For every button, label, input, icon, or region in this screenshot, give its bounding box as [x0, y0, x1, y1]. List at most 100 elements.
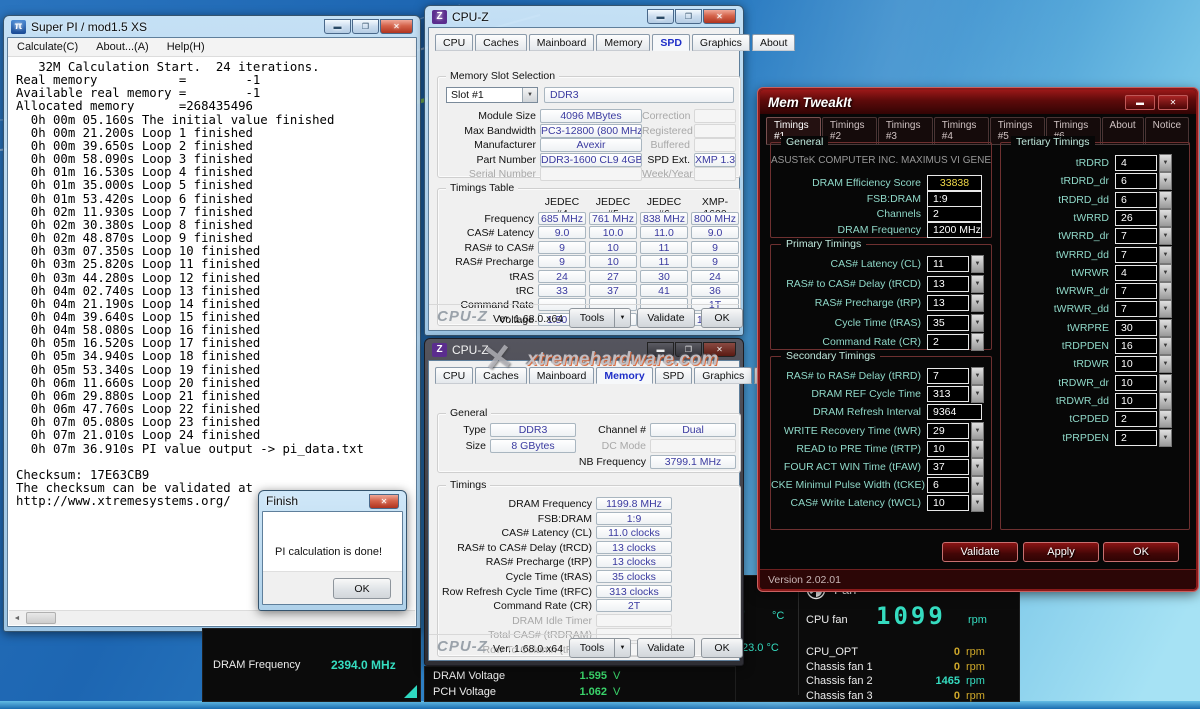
cpuz-app-icon: Z [432, 343, 447, 357]
label-correction: Correction [642, 110, 690, 122]
cpuz-mem-tab-memory[interactable]: Memory [596, 367, 652, 384]
cpuz-spd-tab-memory[interactable]: Memory [596, 34, 650, 51]
restore-button[interactable]: ❐ [675, 342, 702, 357]
slot-selector[interactable]: Slot #1 ▼ [446, 87, 538, 103]
cpuz-spd-titlebar[interactable]: Z CPU-Z ▬ ❐ ✕ [428, 6, 740, 27]
dropdown-icon-tprpden[interactable]: ▼ [1159, 429, 1172, 447]
dropdown-icon-ras-to-ras-delay-trrd[interactable]: ▼ [971, 367, 984, 385]
dropdown-icon-tcpded[interactable]: ▼ [1159, 410, 1172, 428]
memtweakit-tab-timings-4[interactable]: Timings #4 [934, 117, 989, 144]
minimize-button[interactable]: ▬ [1125, 95, 1155, 110]
cpuz-mem-tab-mainboard[interactable]: Mainboard [529, 367, 595, 384]
dropdown-icon-cas-latency-cl[interactable]: ▼ [971, 255, 984, 273]
dropdown-icon-twrwr-dr[interactable]: ▼ [1159, 282, 1172, 300]
cpuz-mem-tab-spd[interactable]: SPD [655, 367, 693, 384]
cell-trc-jedec-6: 41 [640, 284, 688, 297]
horizontal-scrollbar[interactable]: ◄ [9, 610, 415, 625]
memtweakit-tab-notice[interactable]: Notice [1145, 117, 1189, 144]
cpuz-spd-tab-graphics[interactable]: Graphics [692, 34, 750, 51]
chevron-down-icon[interactable]: ▼ [522, 88, 537, 102]
cpuz-memory-window: Z CPU-Z ▬ ❐ ✕ ✕ xtremehardware.com CPUCa… [424, 338, 744, 666]
ok-button[interactable]: OK [701, 638, 743, 658]
ok-button[interactable]: OK [1103, 542, 1179, 562]
minimize-button[interactable]: ▬ [647, 9, 674, 24]
cpuz-spd-tab-about[interactable]: About [752, 34, 795, 51]
minimize-button[interactable]: ▬ [324, 19, 351, 34]
dropdown-icon-twrrd-dd[interactable]: ▼ [1159, 246, 1172, 264]
memtweakit-tab-about[interactable]: About [1102, 117, 1144, 144]
dropdown-icon-ras-to-cas-delay-trcd[interactable]: ▼ [971, 275, 984, 293]
chassis-fan-2-label: Chassis fan 2 [806, 675, 873, 687]
dropdown-icon-trdrd-dd[interactable]: ▼ [1159, 191, 1172, 209]
field-correction [694, 109, 736, 123]
close-button[interactable]: ✕ [703, 342, 736, 357]
chassis-fan-3-unit: rpm [966, 690, 985, 702]
field-registered [694, 124, 736, 138]
dropdown-icon-twrrd-dr[interactable]: ▼ [1159, 227, 1172, 245]
dropdown-icon-twrpre[interactable]: ▼ [1159, 319, 1172, 337]
dropdown-icon-read-to-pre-time-trtp[interactable]: ▼ [971, 440, 984, 458]
cpu-fan-value: 1099 [876, 602, 946, 630]
cpuz-memory-titlebar[interactable]: Z CPU-Z ▬ ❐ ✕ [428, 339, 740, 360]
superpi-log: 32M Calculation Start. 24 iterations. Re… [8, 57, 416, 508]
label-ras-precharge-trp: RAS# Precharge (tRP) [438, 556, 592, 568]
validate-button[interactable]: Validate [637, 638, 695, 658]
memtweakit-titlebar[interactable]: Mem TweakIt ▬ ✕ [760, 90, 1196, 114]
dropdown-icon-four-act-win-time-tfaw[interactable]: ▼ [971, 458, 984, 476]
validate-button[interactable]: Validate [942, 542, 1018, 562]
dropdown-icon-cas-write-latency-twcl[interactable]: ▼ [971, 494, 984, 512]
dropdown-icon-write-recovery-time-twr[interactable]: ▼ [971, 422, 984, 440]
minimize-button[interactable]: ▬ [647, 342, 674, 357]
cpuz-mem-tab-caches[interactable]: Caches [475, 367, 527, 384]
dram-voltage-unit: V [613, 670, 620, 682]
cpuz-spd-tab-cpu[interactable]: CPU [435, 34, 473, 51]
cpuz-mem-tab-cpu[interactable]: CPU [435, 367, 473, 384]
memtweakit-title: Mem TweakIt [768, 95, 852, 110]
dropdown-icon-trdwr-dr[interactable]: ▼ [1159, 374, 1172, 392]
dropdown-icon-trdwr[interactable]: ▼ [1159, 355, 1172, 373]
close-button[interactable]: ✕ [1158, 95, 1188, 110]
menu-item-about-a[interactable]: About...(A) [87, 41, 158, 53]
general-group: General TypeDDR3Size8 GBytesChannel #Dua… [437, 413, 741, 473]
close-button[interactable]: ✕ [703, 9, 736, 24]
dropdown-icon-command-rate-cr[interactable]: ▼ [971, 333, 984, 351]
ok-button[interactable]: OK [701, 308, 743, 328]
dropdown-icon-ras-precharge-trp[interactable]: ▼ [971, 294, 984, 312]
tools-dropdown-icon[interactable]: ▼ [615, 638, 631, 658]
maximize-button[interactable]: ❐ [352, 19, 379, 34]
dropdown-icon-trdwr-dd[interactable]: ▼ [1159, 392, 1172, 410]
finish-close-button[interactable]: ✕ [369, 494, 399, 509]
menu-item-help-h[interactable]: Help(H) [158, 41, 214, 53]
general-group: General ASUSTeK COMPUTER INC. MAXIMUS VI… [770, 142, 992, 238]
tools-button[interactable]: Tools [569, 308, 615, 328]
dropdown-icon-twrrd[interactable]: ▼ [1159, 209, 1172, 227]
field-dram-frequency: 1199.8 MHz [596, 497, 672, 510]
tools-button[interactable]: Tools [569, 638, 615, 658]
maximize-button[interactable]: ❐ [675, 9, 702, 24]
dropdown-icon-dram-ref-cycle-time[interactable]: ▼ [971, 385, 984, 403]
validate-button[interactable]: Validate [637, 308, 695, 328]
cpuz-spd-tab-mainboard[interactable]: Mainboard [529, 34, 595, 51]
superpi-titlebar[interactable]: π Super PI / mod1.5 XS ▬ ❐ ✕ [7, 16, 417, 37]
scrollbar-thumb[interactable] [26, 612, 56, 624]
dropdown-icon-trdpden[interactable]: ▼ [1159, 337, 1172, 355]
finish-ok-button[interactable]: OK [333, 578, 391, 599]
apply-button[interactable]: Apply [1023, 542, 1099, 562]
scroll-left-icon[interactable]: ◄ [9, 611, 25, 625]
dropdown-icon-twrwr-dd[interactable]: ▼ [1159, 300, 1172, 318]
memtweakit-tab-timings-2[interactable]: Timings #2 [822, 117, 877, 144]
dropdown-icon-cke-minimul-pulse-width-tcke[interactable]: ▼ [971, 476, 984, 494]
cpuz-mem-tab-graphics[interactable]: Graphics [694, 367, 752, 384]
finish-titlebar[interactable]: Finish ✕ [262, 491, 403, 511]
close-button[interactable]: ✕ [380, 19, 413, 34]
menu-item-calculate-c[interactable]: Calculate(C) [8, 41, 87, 53]
dropdown-icon-twrwr[interactable]: ▼ [1159, 264, 1172, 282]
resize-handle-icon[interactable] [404, 685, 417, 698]
tools-dropdown-icon[interactable]: ▼ [615, 308, 631, 328]
memtweakit-tab-timings-3[interactable]: Timings #3 [878, 117, 933, 144]
cpuz-spd-tab-caches[interactable]: Caches [475, 34, 527, 51]
dropdown-icon-cycle-time-tras[interactable]: ▼ [971, 314, 984, 332]
cpuz-spd-tab-spd[interactable]: SPD [652, 34, 690, 51]
dropdown-icon-trdrd[interactable]: ▼ [1159, 154, 1172, 172]
dropdown-icon-trdrd-dr[interactable]: ▼ [1159, 172, 1172, 190]
